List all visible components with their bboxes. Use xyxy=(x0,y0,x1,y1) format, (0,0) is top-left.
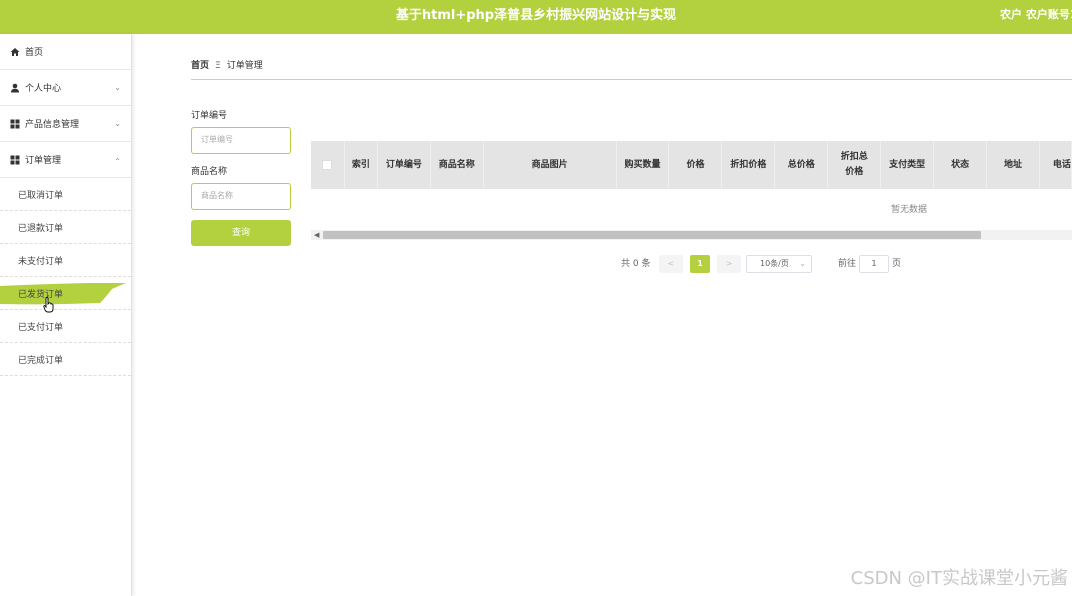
goto-page-input[interactable]: 1 xyxy=(859,255,889,273)
goto-suffix: 页 xyxy=(892,259,902,269)
order-no-input[interactable]: 订单编号 xyxy=(191,127,291,154)
scrollbar-thumb[interactable] xyxy=(323,231,981,239)
sidebar-subitem-label: 已退款订单 xyxy=(18,223,64,234)
page-size-select[interactable]: 10条/页 ⌄ xyxy=(746,255,812,273)
column-header: 状态 xyxy=(934,141,988,189)
column-header: 折扣价格 xyxy=(722,141,776,189)
user-account-label[interactable]: 农户 农户账号1 xyxy=(1000,0,1072,34)
sidebar-subitem-unpaid[interactable]: 未支付订单 xyxy=(0,244,131,277)
product-name-label: 商品名称 xyxy=(191,167,228,177)
sidebar-subitem-label: 已完成订单 xyxy=(18,355,64,366)
column-header: 价格 xyxy=(669,141,723,189)
column-header: 地址 xyxy=(987,141,1040,189)
chevron-down-icon: ⌄ xyxy=(114,119,121,128)
site-title: 基于html+php泽普县乡村振兴网站设计与实现 xyxy=(395,8,677,23)
column-header: 商品名称 xyxy=(431,141,484,189)
goto-prefix: 前往 xyxy=(838,259,857,269)
hand-cursor-icon xyxy=(43,297,54,313)
sidebar-subitem-shipped[interactable]: 已发货订单 xyxy=(0,277,131,310)
select-all-checkbox[interactable] xyxy=(322,160,333,170)
select-all-checkbox-cell xyxy=(311,141,345,189)
top-header: 基于html+php泽普县乡村振兴网站设计与实现 农户 农户账号1 xyxy=(0,0,1072,34)
sidebar-subitem-label: 已取消订单 xyxy=(18,190,64,201)
scroll-left-icon[interactable]: ◀ xyxy=(314,230,319,240)
product-name-input[interactable]: 商品名称 xyxy=(191,183,291,210)
sidebar-item-label: 首页 xyxy=(25,48,44,58)
page-number-current[interactable]: 1 xyxy=(690,255,710,273)
sidebar-subitem-refunded[interactable]: 已退款订单 xyxy=(0,211,131,244)
user-icon xyxy=(11,83,19,92)
column-header: 购买数量 xyxy=(617,141,670,189)
chevron-down-icon: ⌄ xyxy=(799,259,806,268)
breadcrumb-home[interactable]: 首页 xyxy=(191,61,209,71)
empty-state-text: 暂无数据 xyxy=(311,189,1072,232)
sidebar-item-home[interactable]: 首页 xyxy=(0,34,131,70)
grid-icon xyxy=(10,119,20,128)
column-header: 支付类型 xyxy=(881,141,935,189)
sidebar-item-personal-center[interactable]: 个人中心 ⌄ xyxy=(0,70,131,106)
breadcrumb-current: 订单管理 xyxy=(226,61,263,71)
column-header: 电话 xyxy=(1040,141,1072,189)
next-page-icon[interactable]: > xyxy=(717,255,741,273)
table-header: 索引 订单编号 商品名称 商品图片 购买数量 价格 折扣价格 总价格 折扣总价格… xyxy=(311,141,1072,189)
column-header: 商品图片 xyxy=(484,141,617,189)
orders-table: 索引 订单编号 商品名称 商品图片 购买数量 价格 折扣价格 总价格 折扣总价格… xyxy=(311,141,1072,232)
sidebar-item-order-management[interactable]: 订单管理 ⌃ xyxy=(0,142,131,178)
sidebar: 首页 个人中心 ⌄ 产品信息管理 ⌄ 订单管理 ⌃ 已取消订单 已退款订单 未支… xyxy=(0,34,132,596)
chevron-down-icon: ⌄ xyxy=(114,83,121,92)
grid-icon xyxy=(10,155,20,164)
column-header: 折扣总价格 xyxy=(828,141,882,189)
breadcrumb: 首页 Ξ 订单管理 xyxy=(191,58,263,71)
home-icon xyxy=(10,47,20,56)
breadcrumb-divider xyxy=(191,79,1072,80)
column-header: 订单编号 xyxy=(378,141,431,189)
sidebar-item-label: 订单管理 xyxy=(25,156,62,166)
sidebar-subitem-cancelled[interactable]: 已取消订单 xyxy=(0,178,131,211)
sidebar-item-product-info[interactable]: 产品信息管理 ⌄ xyxy=(0,106,131,142)
query-button[interactable]: 查询 xyxy=(191,220,291,246)
column-header: 索引 xyxy=(345,141,378,189)
sidebar-item-label: 产品信息管理 xyxy=(25,120,80,130)
column-header: 总价格 xyxy=(775,141,829,189)
sidebar-item-label: 个人中心 xyxy=(25,84,62,94)
sidebar-subitem-label: 已支付订单 xyxy=(18,322,64,333)
horizontal-scrollbar[interactable]: ◀ xyxy=(311,230,1072,240)
breadcrumb-separator: Ξ xyxy=(215,61,221,71)
sidebar-subitem-label: 已发货订单 xyxy=(18,289,64,300)
order-no-label: 订单编号 xyxy=(191,111,228,121)
sidebar-subitem-label: 未支付订单 xyxy=(18,256,64,267)
sidebar-subitem-completed[interactable]: 已完成订单 xyxy=(0,343,131,376)
total-count: 共 0 条 xyxy=(621,259,651,269)
chevron-up-icon: ⌃ xyxy=(114,157,121,166)
prev-page-icon[interactable]: < xyxy=(659,255,683,273)
watermark: CSDN @IT实战课堂小元酱 xyxy=(850,568,1068,589)
page-size-value: 10条/页 xyxy=(760,259,789,268)
sidebar-subitem-paid[interactable]: 已支付订单 xyxy=(0,310,131,343)
